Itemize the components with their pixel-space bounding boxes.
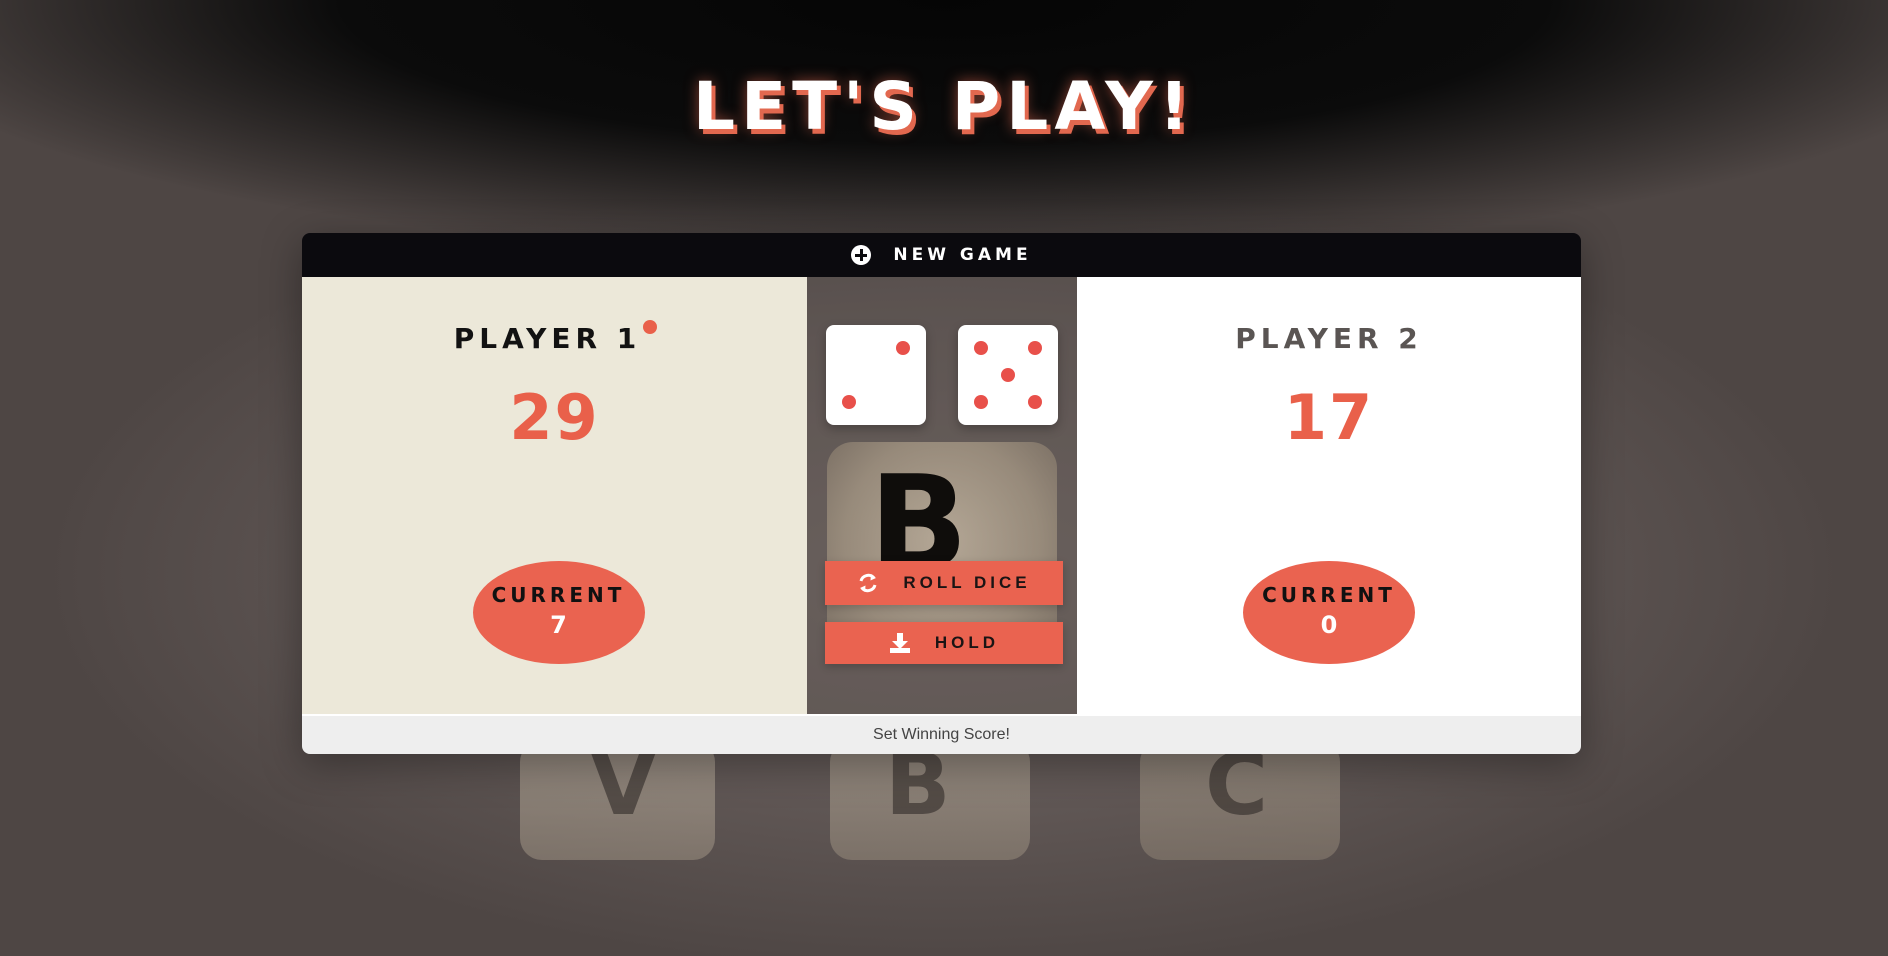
die-1-pip [896,341,910,355]
die-1-pip [842,395,856,409]
roll-dice-label: ROLL DICE [903,573,1031,592]
player-1-panel: PLAYER 1 29 CURRENT 7 [302,277,807,714]
player-1-name: PLAYER 1 [453,322,642,355]
new-game-label: NEW GAME [893,245,1032,265]
player-1-current-label: CURRENT [491,583,626,607]
download-icon [889,633,910,653]
hold-label: HOLD [934,633,1000,652]
player-2-current-label: CURRENT [1262,583,1396,607]
game-board: NEW GAME PLAYER 1 29 CURRENT 7 B ROLL DI… [302,233,1581,754]
new-game-button[interactable]: NEW GAME [302,233,1581,277]
die-1 [826,325,926,425]
die-2-pip [1001,368,1015,382]
die-2-pip [974,341,988,355]
page-title: LET'S PLAY! [693,68,1195,145]
player-2-name: PLAYER 2 [1235,322,1423,355]
dice-area: B ROLL DICE HOLD [807,277,1077,714]
player-2-current-box: CURRENT 0 [1243,561,1415,664]
player-1-current-box: CURRENT 7 [472,561,645,664]
plus-circle-icon [851,245,872,265]
active-player-indicator [643,320,658,334]
refresh-icon [859,573,877,593]
player-1-score: 29 [509,381,600,454]
player-1-name-row: PLAYER 1 [302,320,807,355]
hold-button[interactable]: HOLD [825,622,1063,664]
die-2-pip [1028,395,1042,409]
player-2-score: 17 [1283,381,1375,454]
player-1-current-value: 7 [550,611,567,639]
die-2-pip [1028,341,1042,355]
player-2-panel: PLAYER 2 17 CURRENT 0 [1077,277,1581,714]
set-winning-score-button[interactable]: Set Winning Score! [302,714,1581,754]
die-2 [958,325,1058,425]
player-2-current-value: 0 [1320,611,1338,639]
roll-dice-button[interactable]: ROLL DICE [825,561,1063,605]
die-2-pip [974,395,988,409]
